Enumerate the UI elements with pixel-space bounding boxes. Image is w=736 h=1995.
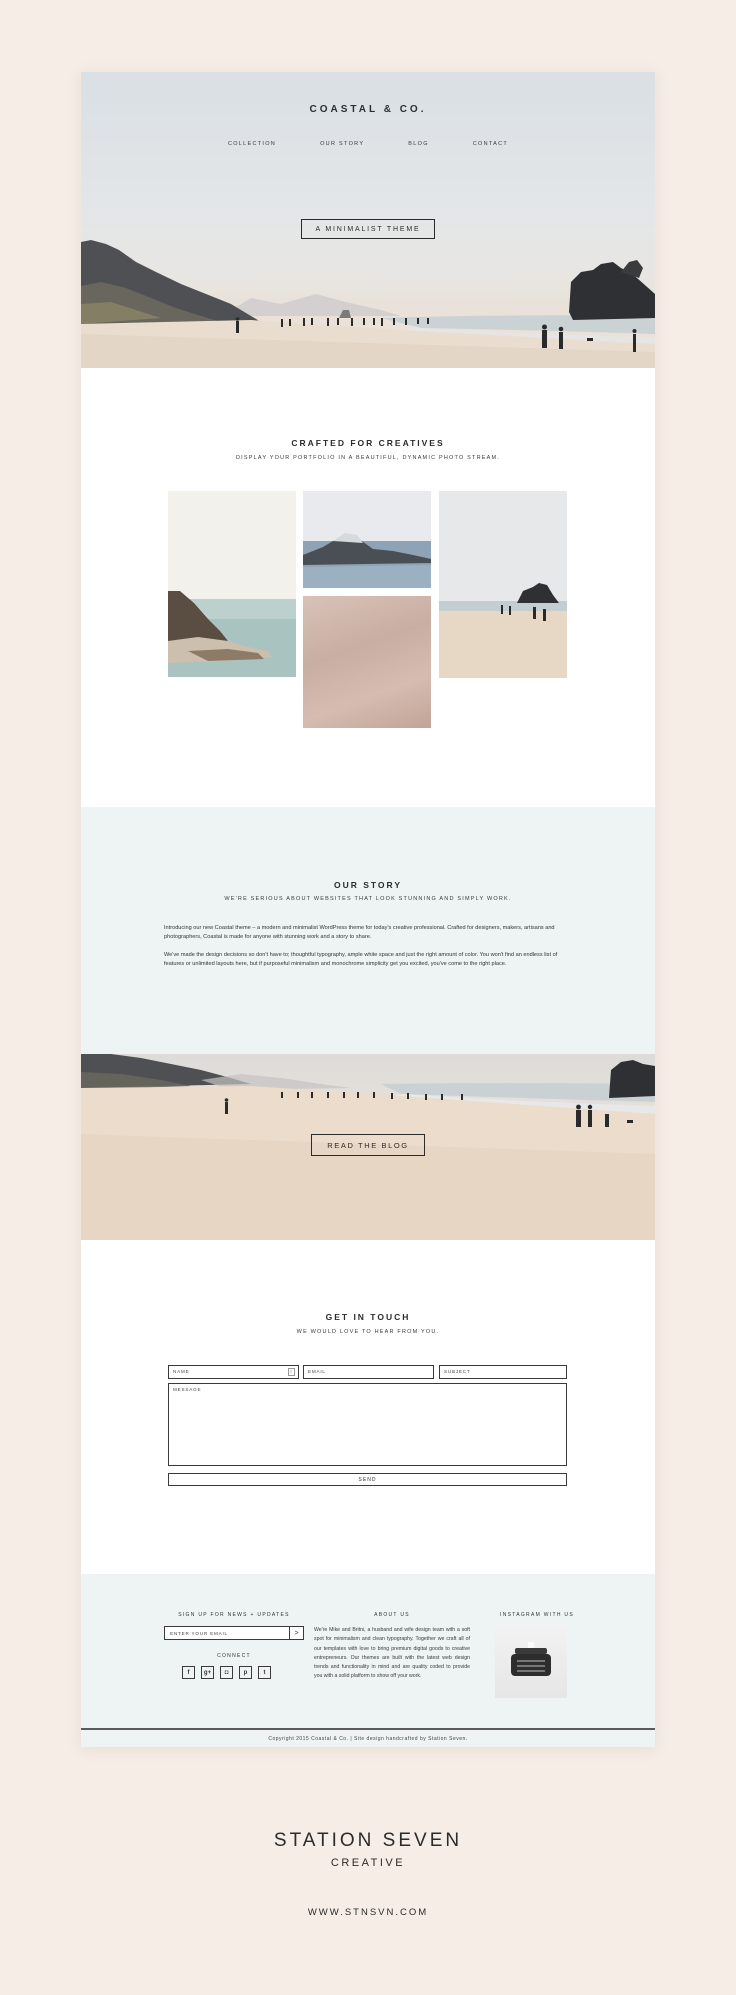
- our-story-paragraph-2: We've made the design decisions so don't…: [164, 952, 558, 967]
- crafted-subtitle: DISPLAY YOUR PORTFOLIO IN A BEAUTIFUL, D…: [235, 455, 501, 461]
- pinterest-icon[interactable]: p: [239, 1666, 252, 1679]
- studio-logo-tag: CREATIVE: [330, 1857, 406, 1869]
- our-story-paragraph-1: Introducing our new Coastal theme – a mo…: [164, 925, 555, 940]
- email-placeholder: EMAIL: [308, 1369, 326, 1374]
- gallery-photo-rocky-coast[interactable]: [303, 491, 431, 588]
- instagram-icon[interactable]: ◘: [220, 1666, 233, 1679]
- subject-field[interactable]: SUBJECT: [439, 1365, 567, 1379]
- name-field[interactable]: NAME ≡: [168, 1365, 299, 1379]
- newsletter-email-input[interactable]: ENTER YOUR EMAIL: [164, 1626, 290, 1640]
- connect-title: CONNECT: [217, 1653, 251, 1659]
- signup-title: SIGN UP FOR NEWS + UPDATES: [178, 1612, 290, 1618]
- read-the-blog-button[interactable]: READ THE BLOG: [311, 1134, 425, 1156]
- send-button[interactable]: SEND: [168, 1473, 567, 1486]
- nav-item-contact[interactable]: CONTACT: [473, 141, 508, 147]
- nav-item-blog[interactable]: BLOG: [408, 141, 428, 147]
- brand-logo[interactable]: COASTAL & CO.: [81, 104, 655, 115]
- theme-preview-page: COASTAL & CO. COLLECTION OUR STORY BLOG …: [81, 72, 655, 1747]
- instagram-photo-typewriter[interactable]: [495, 1626, 567, 1698]
- hero-section: COASTAL & CO. COLLECTION OUR STORY BLOG …: [81, 72, 655, 368]
- autofill-icon: ≡: [288, 1368, 295, 1376]
- crafted-title: CRAFTED FOR CREATIVES: [291, 438, 445, 448]
- newsletter-submit-button[interactable]: >: [289, 1626, 304, 1640]
- gallery-photo-sand-sparkle[interactable]: [303, 596, 431, 728]
- copyright-text: Copyright 2015 Coastal & Co. | Site desi…: [268, 1736, 468, 1742]
- newsletter-email-placeholder: ENTER YOUR EMAIL: [170, 1631, 228, 1636]
- message-placeholder: MESSAGE: [173, 1387, 202, 1392]
- our-story-title: OUR STORY: [333, 880, 403, 890]
- contact-subtitle: WE WOULD LOVE TO HEAR FROM YOU.: [296, 1329, 440, 1335]
- gallery-photo-sea-rocks[interactable]: [168, 491, 296, 677]
- facebook-icon[interactable]: f: [182, 1666, 195, 1679]
- main-nav: COLLECTION OUR STORY BLOG CONTACT: [81, 141, 655, 147]
- twitter-icon[interactable]: t: [258, 1666, 271, 1679]
- about-title: ABOUT US: [374, 1612, 410, 1618]
- social-icons: f g+ ◘ p t: [182, 1666, 271, 1679]
- nav-item-collection[interactable]: COLLECTION: [228, 141, 276, 147]
- minimalist-theme-button[interactable]: A MINIMALIST THEME: [301, 219, 435, 239]
- instagram-title: INSTAGRAM WITH US: [500, 1612, 574, 1618]
- message-field[interactable]: MESSAGE: [168, 1383, 567, 1466]
- contact-title: GET IN TOUCH: [325, 1312, 411, 1322]
- nav-item-our-story[interactable]: OUR STORY: [320, 141, 364, 147]
- studio-logo-name: STATION SEVEN: [273, 1830, 463, 1851]
- name-placeholder: NAME: [173, 1369, 190, 1374]
- studio-url[interactable]: WWW.STNSVN.COM: [0, 1907, 736, 1918]
- subject-placeholder: SUBJECT: [444, 1369, 471, 1374]
- our-story-subtitle: WE'RE SERIOUS ABOUT WEBSITES THAT LOOK S…: [224, 896, 512, 902]
- gallery-photo-beach-walkers[interactable]: [439, 491, 567, 678]
- about-text: We're Mike and Britni, a husband and wif…: [314, 1627, 470, 1680]
- email-field[interactable]: EMAIL: [303, 1365, 434, 1379]
- google-plus-icon[interactable]: g+: [201, 1666, 214, 1679]
